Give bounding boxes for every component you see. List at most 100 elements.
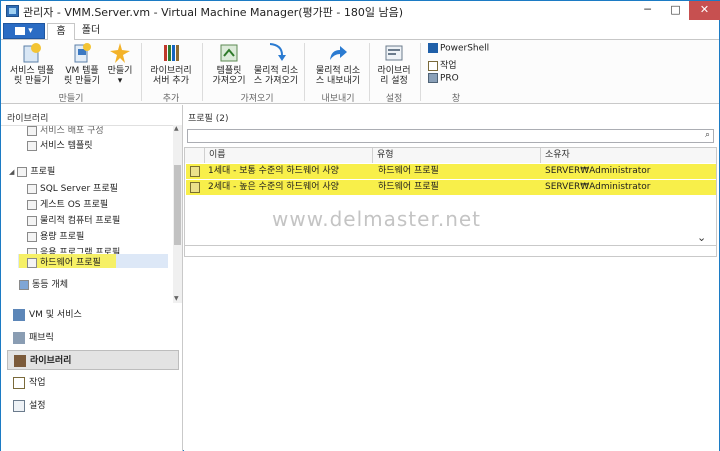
tree-item-label: 용량 프로필 [40,232,85,242]
tab-home[interactable]: 홈 [47,23,75,41]
nav-settings[interactable]: 설정 [7,396,179,416]
group-label-create: 만들기 [58,94,84,104]
column-header-name[interactable]: 이름 [205,148,373,163]
search-input[interactable]: ⌕ [187,129,714,143]
left-navigation-pane: 라이브러리 서비스 배포 구성 서비스 템플릿 ◢ 프로필 SQL Server … [1,105,183,451]
nav-label: 설정 [29,401,46,411]
group-label-window: 창 [451,94,461,104]
jobs-button[interactable]: 작업 [428,58,457,71]
powershell-button[interactable]: PowerShell [428,43,489,54]
powershell-label: PowerShell [440,43,490,54]
fabric-icon [13,331,25,344]
scroll-down-icon[interactable]: ▼ [174,295,179,302]
maximize-button[interactable]: □ [662,1,689,20]
app-icon[interactable] [6,5,19,17]
file-menu-button[interactable]: ▾ [3,23,45,39]
tree-item-label: 동등 개체 [32,280,68,290]
export-physical-label-1: 물리적 리소 [315,66,361,76]
group-label-settings: 설정 [385,94,403,104]
tree-item-hardware-profile[interactable]: 하드웨어 프로필 [27,255,101,268]
powershell-icon [428,43,438,53]
import-physical-resource-button[interactable]: 물리적 리소 스 가져오기 [253,42,299,86]
nav-label: 작업 [29,378,46,388]
window-title: 관리자 - VMM.Server.vm - Virtual Machine Ma… [23,6,404,19]
nav-fabric[interactable]: 패브릭 [7,328,179,348]
tree-item-label: 서비스 템플릿 [40,141,93,151]
import-template-button[interactable]: 템플릿 가져오기 [207,42,251,86]
nav-label: 패브릭 [29,333,54,343]
hardware-profile-icon [190,182,200,193]
column-header-owner[interactable]: 소유자 [541,148,716,163]
tree-item-sql-server-profile[interactable]: SQL Server 프로필 [27,181,118,194]
settings-icon [13,399,25,412]
jobs-label: 작업 [440,61,457,71]
library-icon [14,354,26,367]
scroll-up-icon[interactable]: ▲ [174,125,179,132]
create-service-template-button[interactable]: 서비스 템플 릿 만들기 [7,42,57,86]
pro-button[interactable]: PRO [428,73,459,84]
ribbon: 서비스 템플 릿 만들기 VM 템플 릿 만들기 만들기 ▾ 만들기 라이브러리… [1,40,719,104]
ribbon-separator [369,43,370,101]
tree-item-equivalent-objects[interactable]: 동등 개체 [19,277,68,290]
row-type: 하드웨어 프로필 [378,182,439,192]
close-button[interactable]: ✕ [689,1,720,20]
import-physical-label-2: 스 가져오기 [253,76,299,86]
tab-folder[interactable]: 폴더 [77,23,105,41]
nav-library[interactable]: 라이브러리 [7,350,179,370]
import-template-label-1: 템플릿 [216,66,242,76]
library-settings-label-1: 라이브러 [377,66,411,76]
column-header-type[interactable]: 유형 [373,148,541,163]
equivalent-objects-icon [19,279,29,290]
nav-jobs[interactable]: 작업 [7,373,179,393]
results-pane: 프로필 (2) ⌕ 이름 유형 소유자 1세대 - 보통 수준의 하드웨어 사양… [184,105,719,451]
chevron-down-icon[interactable]: ⌄ [697,231,706,244]
watermark-text: www.delmaster.net [272,207,482,231]
service-template-icon [27,140,37,151]
ribbon-separator [141,43,142,101]
vm-template-icon [74,43,91,63]
tree-item-guest-os-profile[interactable]: 게스트 OS 프로필 [27,197,108,210]
import-arrow-icon [270,43,286,61]
pro-label: PRO [440,73,459,84]
scrollbar-thumb[interactable] [174,165,181,245]
group-label-export: 내보내기 [321,94,355,104]
row-owner: SERVER₩Administrator [545,166,651,176]
row-name: 2세대 - 높은 수준의 하드웨어 사양 [208,182,339,192]
create-vm-template-label-1: VM 템플 [65,66,99,76]
ribbon-separator [202,43,203,101]
minimize-button[interactable]: ─ [634,1,661,20]
table-row[interactable]: 2세대 - 높은 수준의 하드웨어 사양 하드웨어 프로필 SERVER₩Adm… [186,180,716,195]
file-menu-arrow: ▾ [28,26,33,36]
library-settings-label-2: 리 설정 [380,76,408,86]
tree-item-service-templates[interactable]: 서비스 템플릿 [27,138,93,151]
profiles-grid: 이름 유형 소유자 1세대 - 보통 수준의 하드웨어 사양 하드웨어 프로필 … [184,147,717,257]
import-template-label-2: 가져오기 [212,76,246,86]
create-dropdown-label: 만들기 [107,66,133,76]
tree-item-label: 프로필 [30,167,56,177]
column-header-icon[interactable] [185,148,205,163]
hardware-profile-icon [27,257,37,268]
export-physical-resource-button[interactable]: 물리적 리소 스 내보내기 [311,42,365,86]
collapse-triangle-icon[interactable]: ◢ [9,168,14,176]
nav-label: 라이브러리 [30,356,72,366]
row-owner: SERVER₩Administrator [545,182,651,192]
nav-vms-and-services[interactable]: VM 및 서비스 [7,305,179,325]
tree-item-physical-computer-profile[interactable]: 물리적 컴퓨터 프로필 [27,213,120,226]
tree-item-service-deployment[interactable]: 서비스 배포 구성 [27,126,104,136]
left-pane-scrollbar[interactable]: ▲ ▼ [173,125,182,303]
create-service-template-label-1: 서비스 템플 [9,66,55,76]
create-dropdown-button[interactable]: 만들기 ▾ [105,42,135,86]
add-library-server-button[interactable]: 라이브러리 서버 추가 [145,42,197,86]
search-icon[interactable]: ⌕ [705,130,710,140]
folder-icon [27,126,37,136]
jobs-icon [13,376,25,389]
tree-item-profiles[interactable]: ◢ 프로필 [9,164,55,177]
file-menu-icon [15,26,26,35]
profiles-folder-icon [17,166,28,177]
tree-item-capacity-profile[interactable]: 용량 프로필 [27,229,84,242]
library-settings-button[interactable]: 라이브러 리 설정 [373,42,415,86]
create-vm-template-label-2: 릿 만들기 [64,76,100,86]
create-vm-template-button[interactable]: VM 템플 릿 만들기 [61,42,103,86]
table-row[interactable]: 1세대 - 보통 수준의 하드웨어 사양 하드웨어 프로필 SERVER₩Adm… [186,164,716,179]
group-label-import: 가져오기 [240,94,274,104]
